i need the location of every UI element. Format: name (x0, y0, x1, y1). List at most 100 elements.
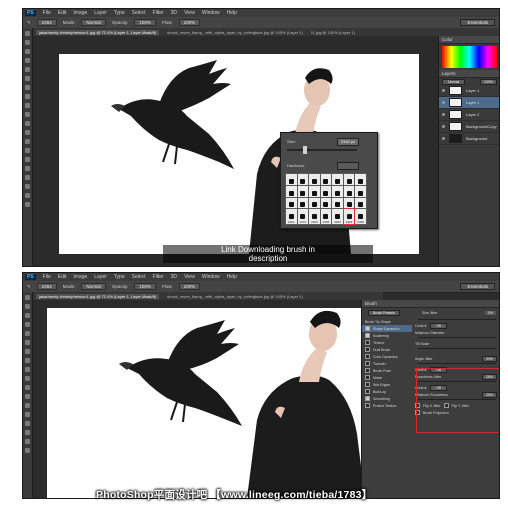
brush-thumbnail[interactable] (332, 197, 343, 209)
option-checkbox[interactable] (365, 396, 370, 401)
option-checkbox[interactable] (365, 333, 370, 338)
option-checkbox[interactable] (365, 347, 370, 352)
pen-tool-icon[interactable] (25, 421, 30, 426)
layer-opacity-field[interactable]: 100% (480, 78, 497, 85)
menu-help[interactable]: Help (227, 10, 237, 16)
quick-select-tool-icon[interactable] (25, 58, 30, 63)
brush-thumbnail[interactable] (309, 174, 320, 185)
option-checkbox[interactable] (365, 368, 370, 373)
lasso-tool-icon[interactable] (25, 49, 30, 54)
healing-tool-icon[interactable] (25, 85, 30, 90)
doc-tab[interactable]: 11.jpg @ 100% (Layer 1) (311, 30, 355, 35)
mode-select[interactable]: Normal (81, 19, 106, 26)
menu-3d[interactable]: 3D (171, 10, 177, 16)
crop-tool-icon[interactable] (25, 331, 30, 336)
visibility-eye-icon[interactable] (442, 113, 445, 116)
visibility-eye-icon[interactable] (442, 125, 445, 128)
menu-select[interactable]: Select (132, 274, 146, 280)
menu-window[interactable]: Window (202, 274, 220, 280)
size-jitter-value[interactable]: 0% (484, 311, 496, 315)
brush-thumbnail[interactable] (297, 174, 309, 185)
blur-tool-icon[interactable] (25, 139, 30, 144)
brush-size-slider-knob[interactable] (303, 146, 307, 154)
document-canvas[interactable] (47, 308, 377, 498)
visibility-eye-icon[interactable] (442, 89, 445, 92)
menu-layer[interactable]: Layer (94, 274, 107, 280)
menu-view[interactable]: View (184, 274, 195, 280)
brush-thumbnail[interactable] (343, 197, 355, 209)
menu-select[interactable]: Select (132, 10, 146, 16)
layer-row[interactable]: Layer 2 (439, 109, 499, 121)
brush-size-field[interactable]: 2464 (36, 283, 57, 290)
brush-thumbnail[interactable] (332, 185, 343, 197)
layer-row[interactable]: Layer 1 (439, 97, 499, 109)
brush-thumbnail[interactable] (355, 197, 366, 209)
brush-option-item[interactable]: Scattering (362, 332, 412, 339)
layer-row[interactable]: Layer 1 (439, 85, 499, 97)
brush-thumbnail[interactable]: 2462 (355, 209, 366, 224)
menu-type[interactable]: Type (114, 274, 125, 280)
marquee-tool-icon[interactable] (25, 40, 30, 45)
path-select-tool-icon[interactable] (25, 175, 30, 180)
brush-thumbnail[interactable]: 2463 (332, 209, 343, 224)
menu-filter[interactable]: Filter (153, 274, 164, 280)
visibility-eye-icon[interactable] (442, 137, 445, 140)
tilt-scale-slider[interactable] (418, 348, 496, 349)
menu-3d[interactable]: 3D (171, 274, 177, 280)
blur-tool-icon[interactable] (25, 403, 30, 408)
brush-thumbnail[interactable] (343, 185, 355, 197)
brush-thumbnail[interactable] (309, 185, 320, 197)
stamp-tool-icon[interactable] (25, 367, 30, 372)
brush-option-item[interactable]: Texture (362, 339, 412, 346)
brush-thumbnail[interactable] (320, 197, 332, 209)
zoom-tool-icon[interactable] (25, 448, 30, 453)
brush-option-item[interactable]: Wet Edges (362, 381, 412, 388)
healing-tool-icon[interactable] (25, 349, 30, 354)
brush-tool-icon[interactable]: ✎ (27, 20, 31, 26)
eraser-tool-icon[interactable] (25, 385, 30, 390)
size-control-select[interactable]: Off (430, 322, 447, 329)
marquee-tool-icon[interactable] (25, 304, 30, 309)
doc-tab[interactable]: shock_raven_flamp_ with_alpha_layer_by_r… (167, 294, 302, 299)
eyedropper-tool-icon[interactable] (25, 340, 30, 345)
workspace-switcher[interactable]: Essentials (460, 19, 495, 26)
brush-tip-shape-item[interactable]: Brush Tip Shape (362, 318, 412, 325)
menu-layer[interactable]: Layer (94, 10, 107, 16)
brush-presets-button[interactable]: Brush Presets (368, 310, 400, 316)
brush-thumbnail[interactable]: 2374 (297, 209, 309, 224)
eyedropper-tool-icon[interactable] (25, 76, 30, 81)
visibility-eye-icon[interactable] (442, 101, 445, 104)
brush-thumbnail[interactable] (355, 174, 366, 185)
option-checkbox[interactable] (365, 382, 370, 387)
brush-option-item[interactable]: Shape Dynamics (362, 325, 412, 332)
brush-option-item[interactable]: Transfer (362, 360, 412, 367)
min-diameter-slider[interactable] (418, 337, 496, 338)
brush-thumbnail[interactable] (286, 174, 297, 185)
brush-thumbnail[interactable] (343, 174, 355, 185)
option-checkbox[interactable] (365, 389, 370, 394)
dodge-tool-icon[interactable] (25, 412, 30, 417)
menu-edit[interactable]: Edit (58, 10, 67, 16)
doc-tab-active[interactable]: jakarhemiy christophenson1.jpg @ 72.4% (… (36, 293, 160, 299)
brush-thumbnail[interactable]: 2326 (309, 209, 320, 224)
menu-file[interactable]: File (43, 274, 51, 280)
menu-filter[interactable]: Filter (153, 10, 164, 16)
brush-thumbnail[interactable] (286, 185, 297, 197)
layer-blend-select[interactable]: Normal (442, 78, 466, 85)
move-tool-icon[interactable] (25, 295, 30, 300)
option-checkbox[interactable] (365, 354, 370, 359)
type-tool-icon[interactable] (25, 430, 30, 435)
brush-thumbnail[interactable]: 2401 (286, 209, 297, 224)
gradient-tool-icon[interactable] (25, 394, 30, 399)
brush-thumbnail[interactable] (332, 174, 343, 185)
stamp-tool-icon[interactable] (25, 103, 30, 108)
opacity-field[interactable]: 100% (134, 19, 156, 26)
brush-thumbnail[interactable] (320, 174, 332, 185)
type-tool-icon[interactable] (25, 166, 30, 171)
color-spectrum[interactable] (442, 46, 497, 68)
option-checkbox[interactable] (365, 403, 370, 408)
brush-option-item[interactable]: Dual Brush (362, 346, 412, 353)
hardness-input[interactable] (337, 162, 359, 170)
layer-row[interactable]: BackgroundCopy (439, 121, 499, 133)
brush-tool-icon[interactable] (25, 358, 30, 363)
